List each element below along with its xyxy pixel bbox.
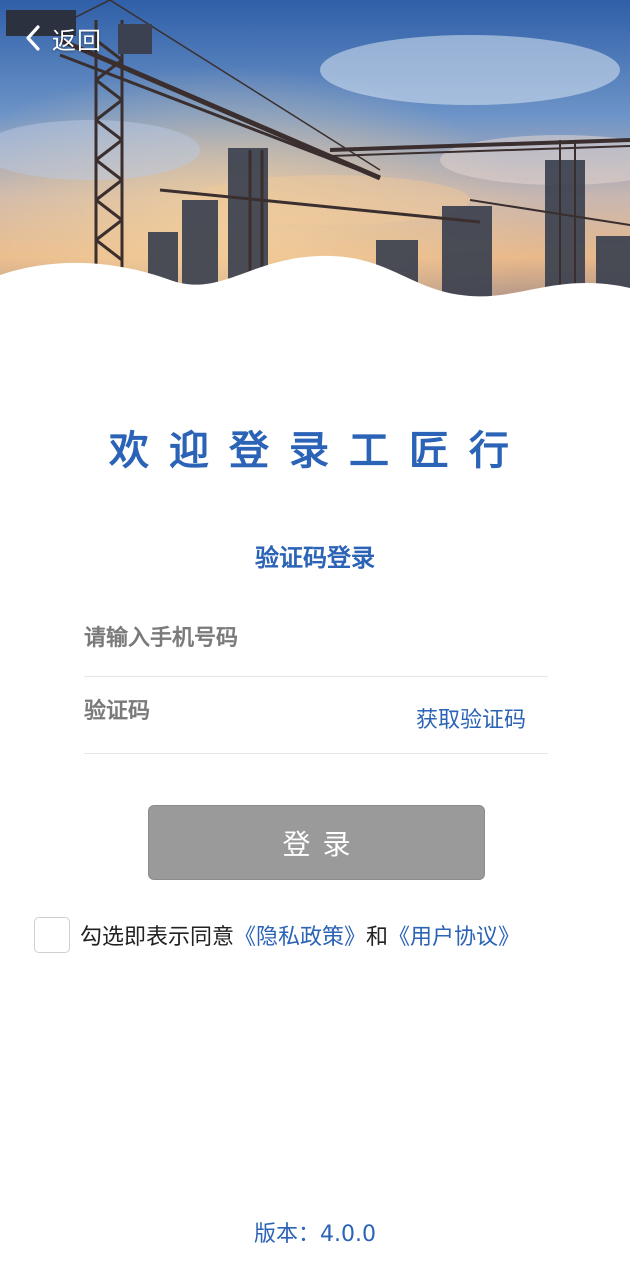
version-label: 版本：4.0.0 — [254, 1222, 376, 1247]
agreement-row: 勾选即表示同意 《隐私政策》 和 《用户协议》 — [34, 915, 520, 955]
agreement-prefix: 勾选即表示同意 — [80, 925, 235, 950]
hero-banner: 返回 — [0, 0, 630, 330]
agreement-and: 和 — [366, 925, 389, 950]
phone-input[interactable] — [84, 600, 384, 676]
back-button[interactable]: 返回 — [22, 18, 102, 58]
get-code-button[interactable]: 获取验证码 — [416, 702, 526, 734]
phone-field — [84, 600, 548, 677]
verification-code-input[interactable] — [84, 673, 384, 749]
login-button[interactable]: 登录 — [148, 805, 485, 880]
chevron-left-icon — [26, 25, 40, 51]
privacy-policy-link[interactable]: 《隐私政策》 — [234, 919, 366, 951]
login-mode-title: 验证码登录 — [255, 544, 375, 572]
welcome-title: 欢迎登录工匠行 — [109, 428, 529, 474]
agreement-checkbox[interactable] — [34, 917, 70, 953]
code-field: 获取验证码 — [84, 673, 548, 754]
back-label: 返回 — [52, 26, 102, 55]
user-agreement-link[interactable]: 《用户协议》 — [388, 919, 520, 951]
